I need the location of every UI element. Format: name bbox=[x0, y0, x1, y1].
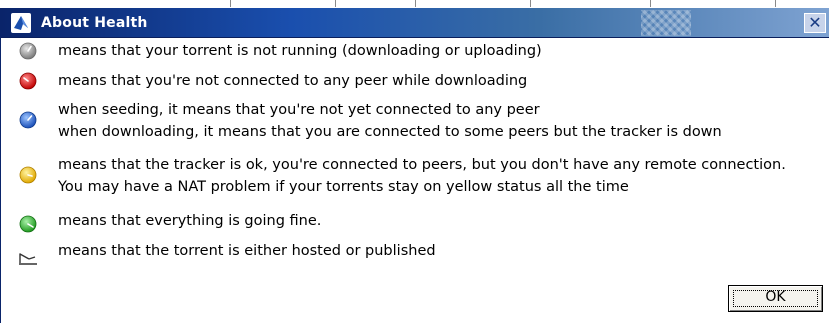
close-button[interactable]: ✕ bbox=[804, 13, 826, 33]
red-status-icon bbox=[19, 72, 37, 90]
health-legend: means that your torrent is not running (… bbox=[1, 38, 829, 323]
background-window-strip bbox=[0, 0, 829, 8]
about-health-dialog: About Health ✕ means that your torrent i… bbox=[0, 8, 829, 323]
legend-text: means that everything is going fine. bbox=[58, 213, 322, 229]
titlebar-decoration bbox=[641, 10, 691, 36]
ok-button[interactable]: OK bbox=[728, 285, 823, 312]
blue-status-icon bbox=[19, 111, 37, 129]
legend-text: means that you're not connected to any p… bbox=[58, 73, 528, 89]
legend-text: means that the torrent is either hosted … bbox=[58, 243, 436, 259]
app-logo-icon bbox=[11, 13, 31, 33]
grey-status-icon bbox=[19, 42, 37, 60]
yellow-status-icon bbox=[19, 166, 37, 184]
legend-text: means that the tracker is ok, you're con… bbox=[58, 157, 786, 173]
legend-text: when downloading, it means that you are … bbox=[58, 124, 722, 140]
ok-button-label: OK bbox=[765, 289, 786, 305]
title-bar[interactable]: About Health ✕ bbox=[1, 8, 829, 38]
legend-text: You may have a NAT problem if your torre… bbox=[58, 179, 629, 195]
green-status-icon bbox=[19, 215, 37, 233]
dialog-title: About Health bbox=[41, 15, 148, 31]
hosted-published-icon bbox=[19, 253, 37, 265]
legend-text: when seeding, it means that you're not y… bbox=[58, 102, 540, 118]
legend-text: means that your torrent is not running (… bbox=[58, 43, 542, 59]
